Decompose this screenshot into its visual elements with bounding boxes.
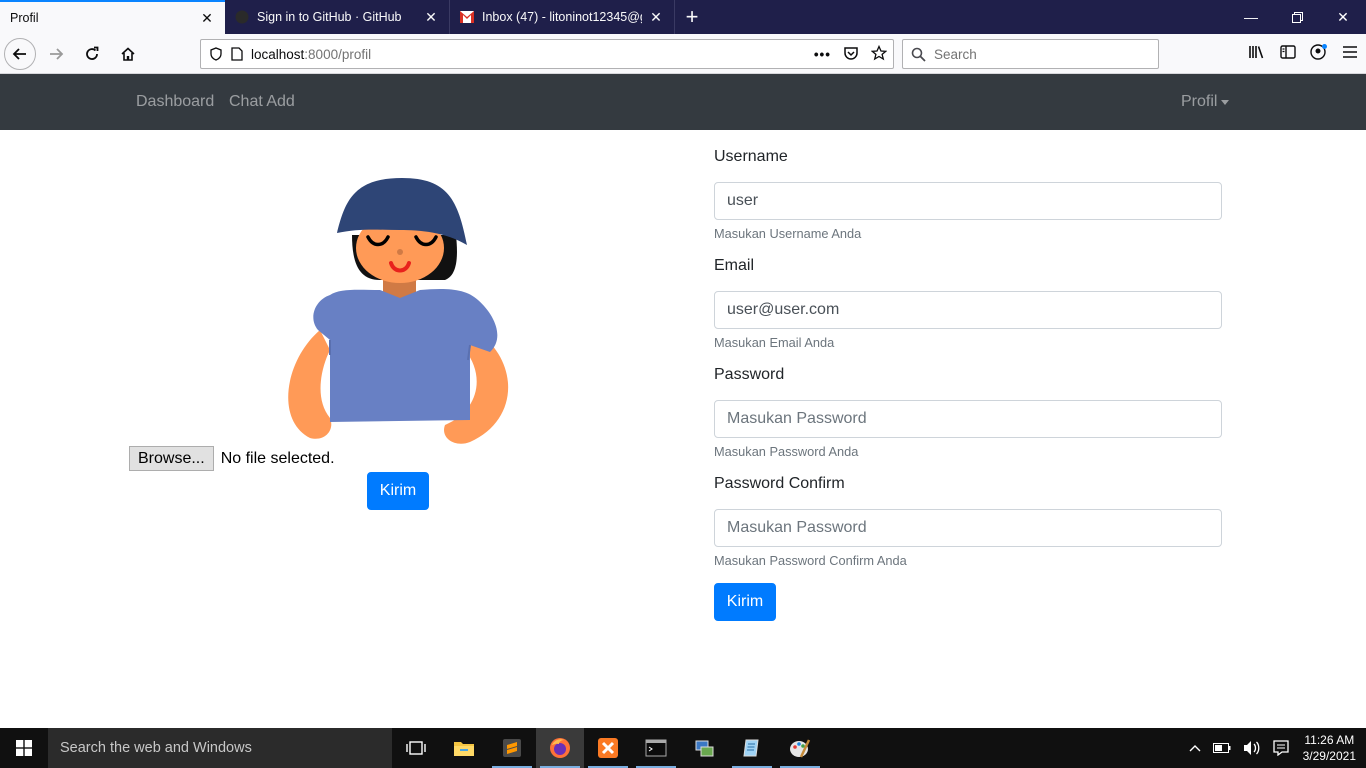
toolbar-right-tools [1248,34,1358,74]
tab-title: Inbox (47) - litoninot12345@gm [482,10,642,24]
clock-time: 11:26 AM [1304,733,1355,747]
reload-icon[interactable] [76,38,108,70]
nav-link-chat-add[interactable]: Chat Add [229,93,295,111]
tab-profil[interactable]: Profil ✕ [0,0,225,34]
upload-submit-button[interactable]: Kirim [367,472,429,510]
sidebar-icon[interactable] [1280,44,1296,64]
page-icon [231,47,243,61]
page-actions-icon[interactable]: ••• [814,47,831,62]
email-help: Masukan Email Anda [714,335,835,350]
search-bar[interactable]: Search [902,39,1159,69]
windows-taskbar: Search the web and Windows 11:26 AM 3/29… [0,728,1366,768]
search-icon [911,47,926,62]
email-group: Email user@user.com Masukan Email Anda [714,257,1222,350]
notepad-icon[interactable] [728,728,776,768]
taskbar-search-box[interactable]: Search the web and Windows [48,728,392,768]
network-tool-icon[interactable] [680,728,728,768]
minimize-icon[interactable]: — [1228,0,1274,34]
profile-dropdown-toggle[interactable]: Profil [1181,93,1230,111]
caret-down-icon [1221,99,1230,105]
url-host: localhost [251,46,305,62]
profile-avatar-illustration [280,170,520,450]
username-help: Masukan Username Anda [714,226,862,241]
close-window-icon[interactable]: ✕ [1320,0,1366,34]
url-bar-actions: ••• [814,40,888,68]
password-help: Masukan Password Anda [714,444,859,459]
username-input[interactable]: user [714,182,1222,220]
email-input[interactable]: user@user.com [714,291,1222,329]
bookmark-star-icon[interactable] [870,44,888,64]
email-label: Email [714,257,755,274]
browser-toolbar: localhost:8000/profil ••• Search [0,34,1366,74]
forward-arrow-icon[interactable] [40,38,72,70]
password-label: Password [714,366,785,383]
pocket-icon[interactable] [843,45,859,64]
paint-icon[interactable] [776,728,824,768]
gmail-icon [460,10,474,24]
nav-link-dashboard[interactable]: Dashboard [136,93,214,111]
file-explorer-icon[interactable] [440,728,488,768]
search-placeholder: Search [934,46,977,62]
password-input[interactable]: Masukan Password [714,400,1222,438]
app-navbar: Dashboard Chat Add Profil [0,74,1366,130]
account-icon[interactable] [1310,43,1328,66]
username-label: Username [714,148,788,165]
menu-hamburger-icon[interactable] [1342,45,1358,64]
username-group: Username user Masukan Username Anda [714,148,1222,241]
url-bar[interactable]: localhost:8000/profil ••• [200,39,894,69]
avatar-file-input[interactable]: Browse... No file selected. [129,446,335,471]
shield-icon[interactable] [209,47,223,61]
sublime-text-icon[interactable] [488,728,536,768]
window-controls: — ✕ [1228,0,1366,34]
xampp-icon[interactable] [584,728,632,768]
battery-icon[interactable] [1212,743,1231,753]
system-tray: 11:26 AM 3/29/2021 [1183,728,1366,768]
windows-start-icon[interactable] [0,728,48,768]
password-confirm-input[interactable]: Masukan Password [714,509,1222,547]
profile-submit-button[interactable]: Kirim [714,583,776,621]
password-confirm-help: Masukan Password Confirm Anda [714,553,907,568]
home-icon[interactable] [112,38,144,70]
tab-close-icon[interactable]: ✕ [423,9,439,25]
tab-title: Profil [10,11,39,25]
chevron-up-icon[interactable] [1189,744,1201,752]
tab-close-icon[interactable]: ✕ [199,10,215,26]
github-icon [235,10,249,24]
volume-icon[interactable] [1243,740,1261,756]
new-tab-icon[interactable]: + [675,0,709,34]
library-icon[interactable] [1248,44,1266,65]
task-view-icon[interactable] [392,728,440,768]
terminal-icon[interactable] [632,728,680,768]
password-confirm-label: Password Confirm [714,475,845,492]
file-status-text: No file selected. [220,449,335,467]
restore-icon[interactable] [1274,0,1320,34]
profile-menu-label: Profil [1181,93,1218,110]
browse-button[interactable]: Browse... [129,446,214,471]
firefox-icon[interactable] [536,728,584,768]
back-arrow-icon[interactable] [4,37,36,70]
taskbar-clock[interactable]: 11:26 AM 3/29/2021 [1303,732,1356,764]
action-center-icon[interactable] [1272,740,1289,756]
tab-close-icon[interactable]: ✕ [648,9,664,25]
password-group: Password Masukan Password Masukan Passwo… [714,366,1222,459]
tab-gmail[interactable]: Inbox (47) - litoninot12345@gm ✕ [450,0,675,34]
tab-github[interactable]: Sign in to GitHub · GitHub ✕ [225,0,450,34]
clock-date: 3/29/2021 [1302,749,1356,763]
tab-title: Sign in to GitHub · GitHub [257,10,402,24]
browser-tab-strip: Profil ✕ Sign in to GitHub · GitHub ✕ In… [0,0,1366,34]
password-confirm-group: Password Confirm Masukan Password Masuka… [714,475,1222,568]
url-path: :8000/profil [304,46,372,62]
